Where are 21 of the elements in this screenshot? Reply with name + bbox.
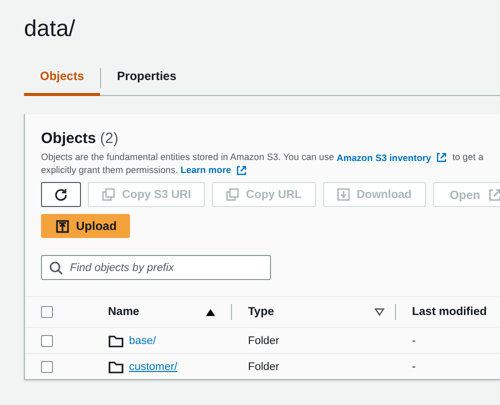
column-header[interactable]: Last modified [412, 306, 487, 318]
tab[interactable]: Objects [24, 60, 100, 96]
column-header[interactable]: Name [108, 306, 140, 318]
panel-heading: Objects [41, 130, 96, 147]
search-field[interactable]: Find objects by prefix [41, 255, 271, 280]
folder-link[interactable]: customer/ [129, 360, 178, 373]
link[interactable]: Amazon S3 inventory [336, 152, 447, 164]
table-cell: - [412, 360, 416, 373]
description-text: to get a [451, 152, 484, 162]
description-text: explicitly grant them permissions. [41, 164, 179, 175]
tab[interactable]: Properties [101, 60, 192, 96]
link[interactable]: Learn more [180, 164, 247, 176]
page-title: data/ [24, 14, 76, 42]
upload-button[interactable]: Upload [41, 214, 130, 238]
table-cell: Folder [248, 334, 280, 347]
column-header[interactable]: Type [248, 306, 274, 318]
table-cell: Folder [248, 360, 280, 373]
description-text: Objects are the fundamental entities stored in Amazon S3. You can use [41, 152, 336, 162]
table-cell: - [412, 334, 416, 347]
object-count: (2) [100, 130, 118, 147]
folder-link[interactable]: base/ [129, 334, 156, 347]
